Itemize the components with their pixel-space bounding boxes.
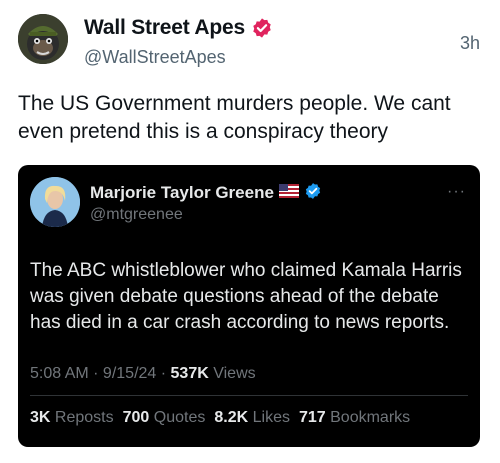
- likes-stat[interactable]: 8.2K Likes: [214, 409, 290, 427]
- quoted-author-name[interactable]: Marjorie Taylor Greene: [90, 183, 274, 203]
- views-label: Views: [208, 365, 256, 382]
- post-text: The US Government murders people. We can…: [18, 92, 451, 143]
- likes-label: Likes: [252, 409, 290, 426]
- quoted-post-card[interactable]: Marjorie Taylor Greene @mtgreenee ··· Th…: [18, 165, 480, 447]
- gorilla-avatar-icon[interactable]: [18, 14, 68, 64]
- profile-avatar-icon[interactable]: [30, 177, 80, 227]
- outer-post-header: Wall Street Apes @WallStreetApes 3h: [18, 14, 482, 74]
- bookmarks-count: 717: [298, 409, 326, 426]
- verified-badge-blue-icon: [304, 182, 322, 205]
- reposts-stat[interactable]: 3K Reposts: [30, 409, 114, 427]
- tweet-screenshot: Wall Street Apes @WallStreetApes 3h The …: [0, 0, 500, 463]
- quoted-post-meta: 5:08 AM · 9/15/24 · 537K Views: [30, 365, 256, 383]
- us-flag-icon: [278, 183, 299, 203]
- reposts-count: 3K: [30, 409, 51, 426]
- more-options-icon[interactable]: ···: [447, 183, 466, 201]
- quoted-name-row: Marjorie Taylor Greene: [90, 182, 322, 204]
- quoted-post-time[interactable]: 5:08 AM: [30, 365, 89, 382]
- author-name[interactable]: Wall Street Apes: [84, 16, 245, 40]
- author-handle[interactable]: @WallStreetApes: [84, 47, 226, 68]
- meta-separator: ·: [156, 365, 171, 382]
- quotes-count: 700: [122, 409, 150, 426]
- views-count: 537K: [170, 365, 209, 382]
- outer-name-row: Wall Street Apes: [84, 14, 273, 42]
- quoted-post-stats: 3K Reposts 700 Quotes 8.2K Likes 717 Boo…: [30, 409, 410, 427]
- bookmarks-stat[interactable]: 717 Bookmarks: [299, 409, 410, 427]
- quoted-author-handle[interactable]: @mtgreenee: [90, 206, 183, 224]
- bookmarks-label: Bookmarks: [330, 409, 411, 426]
- quoted-post-text: The ABC whistleblower who claimed Kamala…: [30, 260, 462, 333]
- verified-badge-red-icon: [251, 17, 273, 39]
- meta-separator: ·: [88, 365, 103, 382]
- quotes-label: Quotes: [153, 409, 206, 426]
- likes-count: 8.2K: [214, 409, 249, 426]
- reposts-label: Reposts: [54, 409, 114, 426]
- quoted-post-date[interactable]: 9/15/24: [103, 365, 156, 382]
- quotes-stat[interactable]: 700 Quotes: [123, 409, 206, 427]
- divider: [30, 395, 468, 396]
- post-timestamp[interactable]: 3h: [460, 33, 480, 54]
